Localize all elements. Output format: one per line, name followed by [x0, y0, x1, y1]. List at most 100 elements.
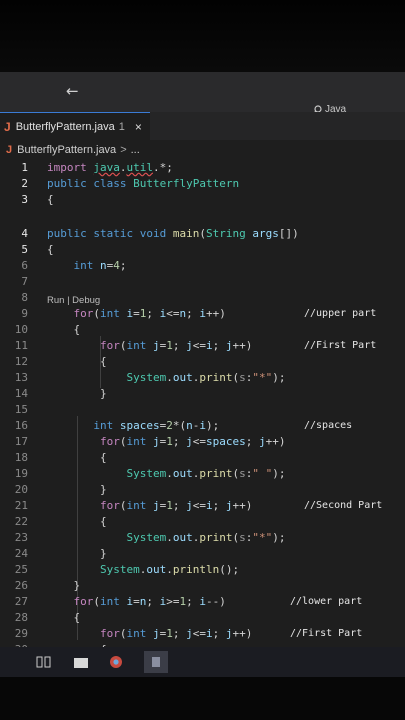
- code-text: int spaces=2*(n-i);: [93, 419, 220, 432]
- line-number: 18: [14, 451, 28, 464]
- arrow-left-icon[interactable]: ←: [66, 82, 79, 100]
- line-number: 8: [21, 291, 28, 304]
- code-line[interactable]: 2 public class ButterflyPattern: [0, 176, 405, 192]
- code-text: {: [47, 243, 54, 256]
- code-line[interactable]: 9 for(int i=1; i<=n; i++) //upper part: [0, 306, 405, 322]
- line-number: 26: [14, 579, 28, 592]
- code-text: {: [73, 611, 81, 624]
- code-line[interactable]: 19 System.out.print(s:" ");: [0, 466, 405, 482]
- line-number: 2: [21, 177, 28, 190]
- java-file-icon: J: [4, 120, 11, 134]
- code-line[interactable]: 22 {: [0, 514, 405, 530]
- code-line[interactable]: 27 for(int i=n; i>=1; i--) //lower part: [0, 594, 405, 610]
- codelens-run-debug[interactable]: Run | Debug: [47, 295, 100, 306]
- code-line[interactable]: 28 {: [0, 610, 405, 626]
- line-number: 25: [14, 563, 28, 576]
- code-line[interactable]: 17 for(int j=1; j<=spaces; j++): [0, 434, 405, 450]
- line-number: 1: [21, 161, 28, 174]
- code-line[interactable]: 6 int n=4;: [0, 258, 405, 274]
- code-text: for(int j=1; j<=i; j++): [99, 339, 253, 352]
- line-number: 17: [14, 435, 28, 448]
- code-editor[interactable]: 1 import java.util.*; 2 public class Butter…: [0, 160, 405, 647]
- code-line[interactable]: 20 }: [0, 482, 405, 498]
- code-text: for(int j=1; j<=spaces; j++): [99, 435, 286, 448]
- code-line[interactable]: 11 for(int j=1; j<=i; j++) //First Part: [0, 338, 405, 354]
- line-number: 5: [21, 243, 28, 256]
- code-text: {: [99, 451, 107, 464]
- code-text: {: [47, 193, 54, 206]
- breadcrumb: J ButterflyPattern.java > ...: [0, 140, 405, 160]
- code-comment: //spaces: [304, 420, 353, 431]
- code-text: {: [99, 515, 107, 528]
- code-text: System.out.println();: [99, 563, 240, 576]
- code-line[interactable]: 25 System.out.println();: [0, 562, 405, 578]
- title-bar: ← Java: [0, 72, 405, 115]
- code-text: {: [99, 355, 107, 368]
- code-text: System.out.print(s:" ");: [126, 467, 286, 480]
- code-line[interactable]: 16 int spaces=2*(n-i); //spaces: [0, 418, 405, 434]
- chrome-icon[interactable]: [108, 655, 124, 669]
- line-number: 9: [21, 307, 28, 320]
- tab-bar: J ButterflyPattern.java 1 ×: [0, 112, 405, 141]
- code-line[interactable]: 24 }: [0, 546, 405, 562]
- code-comment: //First Part: [290, 628, 363, 639]
- file-explorer-icon[interactable]: [73, 655, 89, 669]
- code-line[interactable]: 18 {: [0, 450, 405, 466]
- code-text: }: [73, 579, 81, 592]
- vscode-window: ← Java J ButterflyPattern.java 1 × J But…: [0, 72, 405, 647]
- code-comment: //First Part: [304, 340, 377, 351]
- code-line[interactable]: 3{: [0, 192, 405, 208]
- breadcrumb-symbol[interactable]: ...: [131, 144, 140, 156]
- line-number: 10: [14, 323, 28, 336]
- line-number: 20: [14, 483, 28, 496]
- line-number: 14: [14, 387, 28, 400]
- code-line[interactable]: 4 public static void main(String args[]): [0, 226, 405, 242]
- code-text: for(int j=1; j<=i; j++): [99, 627, 253, 640]
- line-number: 27: [14, 595, 28, 608]
- code-text: }: [99, 547, 107, 560]
- line-number: 12: [14, 355, 28, 368]
- code-line[interactable]: 23 System.out.print(s:"*");: [0, 530, 405, 546]
- code-comment: //upper part: [304, 308, 377, 319]
- code-text: }: [99, 387, 107, 400]
- line-number: 13: [14, 371, 28, 384]
- line-number: 21: [14, 499, 28, 512]
- active-app-icon[interactable]: [144, 651, 168, 673]
- code-line[interactable]: 13 System.out.print(s:"*");: [0, 370, 405, 386]
- line-number: 15: [14, 403, 28, 416]
- task-view-icon[interactable]: [36, 655, 52, 669]
- code-text: int n=4;: [73, 259, 127, 272]
- code-text: for(int i=n; i>=1; i--): [73, 595, 226, 608]
- line-number: 22: [14, 515, 28, 528]
- code-line[interactable]: 15: [0, 402, 405, 418]
- code-line[interactable]: 21 for(int j=1; j<=i; j++) //Second Part: [0, 498, 405, 514]
- tab-label: ButterflyPattern.java: [15, 121, 115, 133]
- code-text: import java.util.*;: [47, 161, 173, 174]
- close-icon[interactable]: ×: [135, 120, 142, 134]
- problems-badge: 1: [118, 121, 125, 133]
- code-line[interactable]: 5{: [0, 242, 405, 258]
- code-text: System.out.print(s:"*");: [126, 531, 286, 544]
- code-line[interactable]: 10 {: [0, 322, 405, 338]
- code-line[interactable]: 14 }: [0, 386, 405, 402]
- code-line[interactable]: 29 for(int j=1; j<=i; j++) //First Part: [0, 626, 405, 642]
- code-line[interactable]: 26 }: [0, 578, 405, 594]
- line-number: 19: [14, 467, 28, 480]
- monitor-bezel: [0, 0, 405, 72]
- code-text: for(int j=1; j<=i; j++): [99, 499, 253, 512]
- code-line[interactable]: 1 import java.util.*;: [0, 160, 405, 176]
- line-number: 29: [14, 627, 28, 640]
- code-comment: //lower part: [290, 596, 363, 607]
- breadcrumb-file[interactable]: ButterflyPattern.java: [17, 144, 116, 156]
- tab-butterflypattern[interactable]: J ButterflyPattern.java 1 ×: [0, 112, 150, 141]
- line-number: 28: [14, 611, 28, 624]
- code-text: {: [73, 323, 81, 336]
- code-text: public class ButterflyPattern: [47, 177, 240, 190]
- line-number: 11: [14, 339, 28, 352]
- code-line[interactable]: 7: [0, 274, 405, 290]
- code-line[interactable]: 12 {: [0, 354, 405, 370]
- code-text: for(int i=1; i<=n; i++): [73, 307, 226, 320]
- code-comment: //Second Part: [304, 500, 383, 511]
- line-number: 3: [21, 193, 28, 206]
- code-text: System.out.print(s:"*");: [126, 371, 286, 384]
